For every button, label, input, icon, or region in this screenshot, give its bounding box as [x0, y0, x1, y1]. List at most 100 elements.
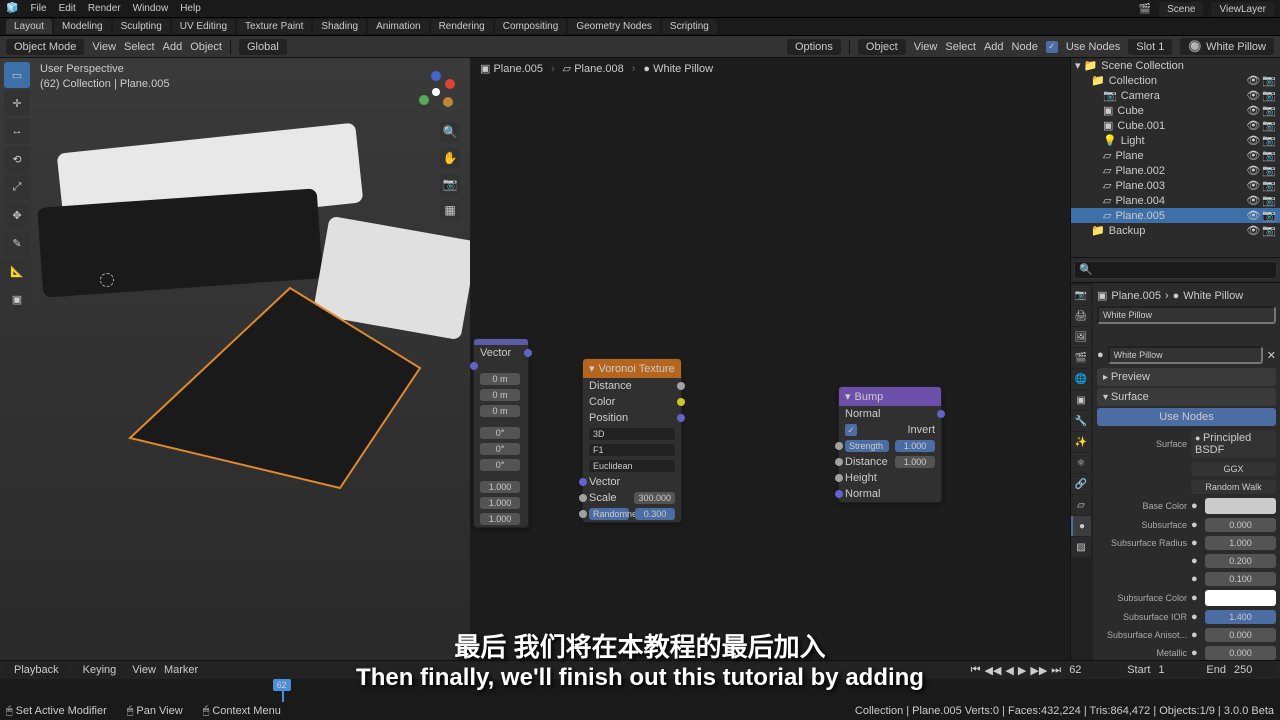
- outliner-item[interactable]: ▱Plane.004👁📷: [1071, 193, 1280, 208]
- play-icon[interactable]: ▶: [1018, 664, 1026, 677]
- menu-file[interactable]: File: [30, 3, 46, 14]
- prop-value[interactable]: 0.000: [1205, 628, 1276, 642]
- vp-menu-object[interactable]: Object: [190, 41, 222, 53]
- tool-cursor[interactable]: ✛: [4, 90, 30, 116]
- outliner-item[interactable]: 💡Light👁📷: [1071, 133, 1280, 148]
- ptab-physics[interactable]: ⚛: [1071, 453, 1091, 473]
- rot-y[interactable]: 0°: [480, 443, 520, 455]
- outliner-item[interactable]: ▱Plane.003👁📷: [1071, 178, 1280, 193]
- tool-rotate[interactable]: ⟲: [4, 146, 30, 172]
- ptab-render[interactable]: 📷: [1071, 285, 1091, 305]
- tab-scripting[interactable]: Scripting: [662, 19, 717, 34]
- ptab-scene[interactable]: 🎬: [1071, 348, 1091, 368]
- ptab-particle[interactable]: ✨: [1071, 432, 1091, 452]
- orientation-selector[interactable]: Global: [239, 39, 287, 55]
- rot-x[interactable]: 0°: [480, 427, 520, 439]
- ptab-world[interactable]: 🌐: [1071, 369, 1091, 389]
- prop-mat-bc[interactable]: White Pillow: [1183, 290, 1243, 302]
- prop-value[interactable]: 1.000: [1205, 536, 1276, 550]
- voronoi-dist[interactable]: Euclidean: [589, 460, 675, 472]
- material-name-field[interactable]: [1108, 346, 1263, 364]
- menu-render[interactable]: Render: [88, 3, 121, 14]
- ptab-object[interactable]: ▣: [1071, 390, 1091, 410]
- distribution-select[interactable]: GGX: [1191, 462, 1276, 476]
- outliner-item[interactable]: ▱Plane👁📷: [1071, 148, 1280, 163]
- ptab-mesh[interactable]: ▱: [1071, 495, 1091, 515]
- scene-selector[interactable]: Scene: [1159, 2, 1203, 17]
- tab-sculpting[interactable]: Sculpting: [113, 19, 170, 34]
- play-rev-icon[interactable]: ◀: [1005, 664, 1013, 677]
- jump-start-icon[interactable]: ⏮: [971, 664, 981, 677]
- node-voronoi[interactable]: ▾ Voronoi Texture Distance Color Positio…: [582, 358, 682, 523]
- material-selector[interactable]: 🔘 White Pillow: [1180, 38, 1274, 55]
- properties-body[interactable]: ▣Plane.005›●White Pillow ●✕ ▸ Preview ▾ …: [1093, 283, 1280, 660]
- menu-help[interactable]: Help: [180, 3, 201, 14]
- tool-annotate[interactable]: ✎: [4, 230, 30, 256]
- prop-obj-name[interactable]: Plane.005: [1111, 290, 1161, 302]
- panel-surface[interactable]: ▾ Surface: [1097, 388, 1276, 406]
- vp-menu-add[interactable]: Add: [163, 41, 183, 53]
- scale-z[interactable]: 1.000: [480, 513, 520, 525]
- prop-value[interactable]: 0.000: [1205, 518, 1276, 532]
- sss-method-select[interactable]: Random Walk: [1191, 480, 1276, 494]
- tab-layout[interactable]: Layout: [6, 19, 52, 34]
- tab-modeling[interactable]: Modeling: [54, 19, 111, 34]
- invert-check[interactable]: ✓: [845, 424, 857, 436]
- menu-window[interactable]: Window: [133, 3, 169, 14]
- menu-edit[interactable]: Edit: [59, 3, 76, 14]
- vp-menu-select[interactable]: Select: [124, 41, 155, 53]
- ptab-view[interactable]: 🖼: [1071, 327, 1091, 347]
- current-frame[interactable]: 62: [1069, 664, 1119, 676]
- slot-selector[interactable]: Slot 1: [1128, 39, 1172, 55]
- outliner[interactable]: ▾ 📁Scene Collection 📁Collection👁📷📷Camera…: [1071, 58, 1280, 258]
- bump-distance[interactable]: 1.000: [895, 456, 935, 468]
- timeline[interactable]: Playback Keying View Marker ⏮ ◀◀ ◀ ▶ ▶▶ …: [0, 660, 1280, 702]
- tool-transform[interactable]: ✥: [4, 202, 30, 228]
- use-nodes-check[interactable]: ✓: [1046, 41, 1058, 53]
- tab-geometrynodes[interactable]: Geometry Nodes: [568, 19, 660, 34]
- prop-value[interactable]: 0.000: [1205, 646, 1276, 660]
- ne-mode[interactable]: Object: [858, 39, 906, 55]
- outliner-item[interactable]: ▱Plane.005👁📷: [1071, 208, 1280, 223]
- tl-view[interactable]: View: [132, 664, 156, 676]
- bc-mat[interactable]: ● White Pillow: [643, 63, 713, 75]
- tab-shading[interactable]: Shading: [313, 19, 366, 34]
- outliner-item[interactable]: ▣Cube👁📷: [1071, 103, 1280, 118]
- tool-addcube[interactable]: ▣: [4, 286, 30, 312]
- end-frame[interactable]: 250: [1234, 664, 1274, 676]
- jump-end-icon[interactable]: ⏭: [1051, 664, 1061, 677]
- use-nodes-button[interactable]: Use Nodes: [1097, 408, 1276, 426]
- loc-y[interactable]: 0 m: [480, 389, 520, 401]
- hand-icon[interactable]: ✋: [440, 148, 460, 168]
- tool-select[interactable]: ▭: [4, 62, 30, 88]
- tab-animation[interactable]: Animation: [368, 19, 428, 34]
- ne-node[interactable]: Node: [1012, 41, 1038, 53]
- tab-texturepaint[interactable]: Texture Paint: [237, 19, 311, 34]
- loc-x[interactable]: 0 m: [480, 373, 520, 385]
- bc-obj[interactable]: ▣ Plane.005: [480, 62, 543, 75]
- prev-key-icon[interactable]: ◀◀: [985, 664, 1002, 677]
- nav-gizmo[interactable]: [412, 68, 460, 116]
- tool-measure[interactable]: 📐: [4, 258, 30, 284]
- outliner-root[interactable]: ▾ 📁Scene Collection: [1071, 58, 1280, 73]
- ne-select[interactable]: Select: [945, 41, 976, 53]
- scale-y[interactable]: 1.000: [480, 497, 520, 509]
- zoom-icon[interactable]: 🔍: [440, 122, 460, 142]
- viewlayer-selector[interactable]: ViewLayer: [1211, 2, 1274, 17]
- tool-scale[interactable]: ⤢: [4, 174, 30, 200]
- surface-shader[interactable]: ● Principled BSDF: [1191, 430, 1276, 458]
- outliner-item[interactable]: ▱Plane.002👁📷: [1071, 163, 1280, 178]
- grid-icon[interactable]: ▦: [440, 200, 460, 220]
- material-slot-name[interactable]: [1097, 306, 1276, 324]
- ptab-material[interactable]: ●: [1071, 516, 1091, 536]
- camera-icon[interactable]: 📷: [440, 174, 460, 194]
- keying-menu[interactable]: Keying: [75, 662, 125, 678]
- playhead[interactable]: 62: [273, 679, 291, 691]
- voronoi-randomness[interactable]: 0.300: [635, 508, 675, 520]
- ptab-texture[interactable]: ▨: [1071, 537, 1091, 557]
- panel-preview[interactable]: ▸ Preview: [1097, 368, 1276, 386]
- ptab-output[interactable]: 🖨: [1071, 306, 1091, 326]
- tab-compositing[interactable]: Compositing: [495, 19, 567, 34]
- tool-move[interactable]: ↔: [4, 118, 30, 144]
- voronoi-scale[interactable]: 300.000: [634, 492, 675, 504]
